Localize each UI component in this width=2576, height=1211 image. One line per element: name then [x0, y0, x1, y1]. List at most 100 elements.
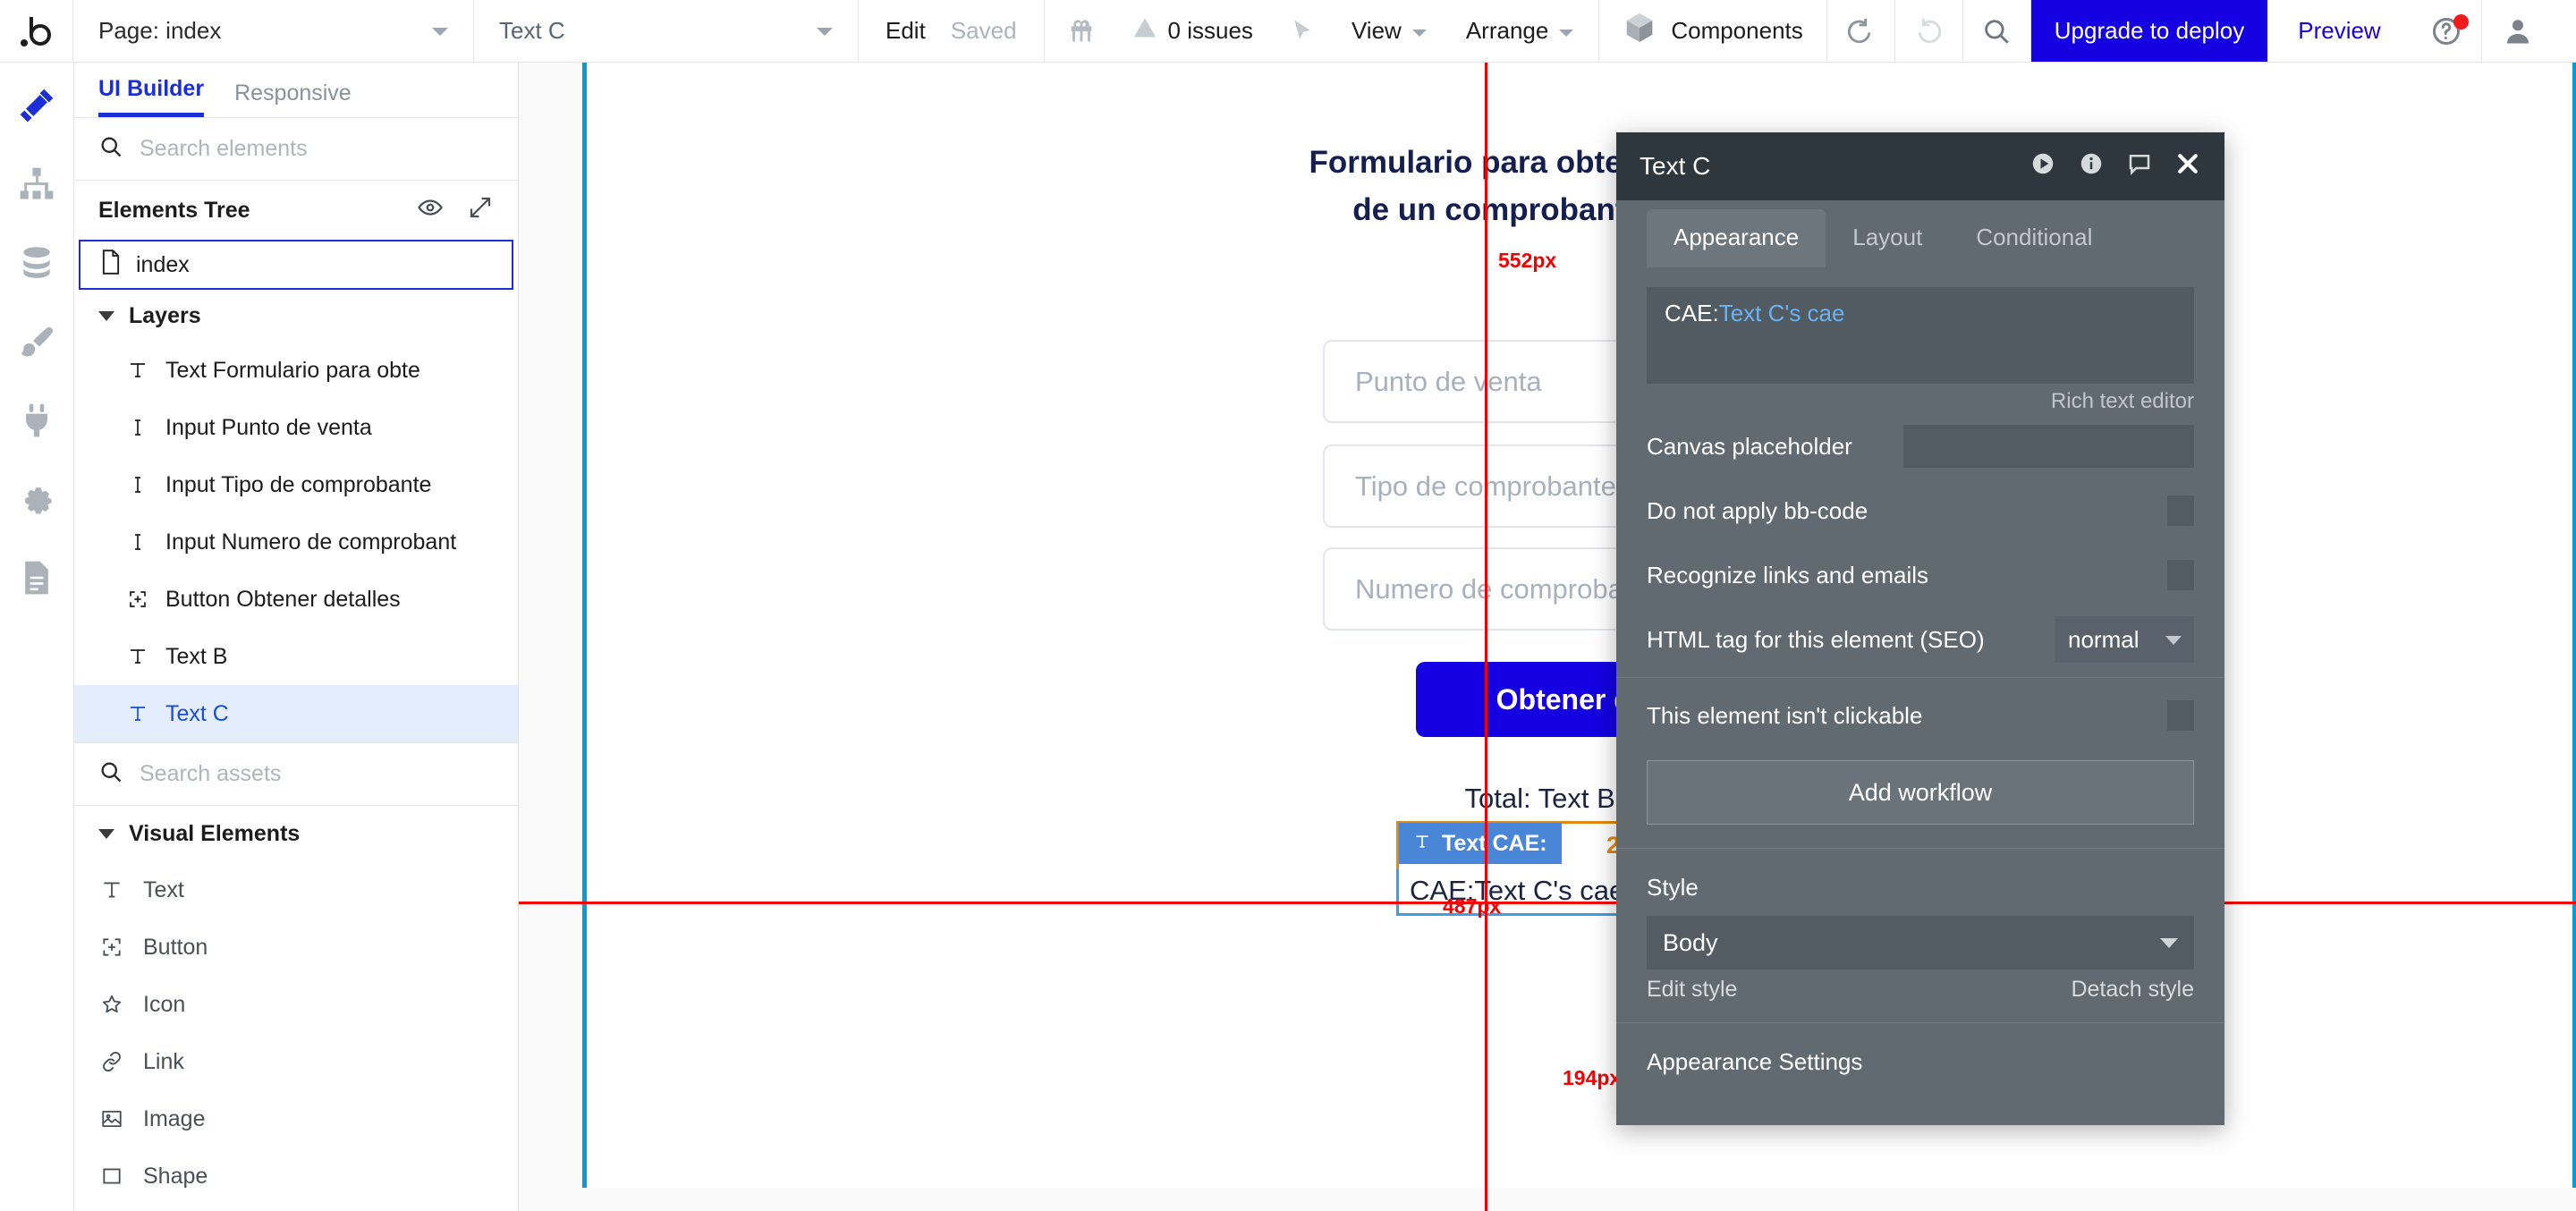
rich-text-dynamic-token[interactable]: Text C's cae: [1719, 300, 1845, 326]
logs-document-icon[interactable]: [12, 553, 62, 603]
settings-gear-icon[interactable]: [12, 474, 62, 524]
issues-label: 0 issues: [1167, 17, 1253, 44]
canvas-area[interactable]: Formulario para obtener los detalles de …: [519, 63, 2576, 1211]
layer-text-b[interactable]: Text B: [74, 628, 518, 685]
style-links: Edit style Detach style: [1647, 977, 2194, 1003]
asset-shape[interactable]: Shape: [74, 1147, 518, 1205]
layer-button-obtener-detalles[interactable]: Button Obtener detalles: [74, 571, 518, 628]
detach-style-link[interactable]: Detach style: [2071, 977, 2194, 1003]
redo-icon[interactable]: [1895, 0, 1963, 62]
design-tools-icon[interactable]: [12, 80, 62, 131]
input-icon: [126, 531, 149, 553]
panel-divider: [1616, 677, 2224, 678]
issues-indicator[interactable]: 0 issues: [1113, 0, 1273, 62]
tab-conditional[interactable]: Conditional: [1949, 209, 2119, 267]
recognize-links-checkbox[interactable]: [2167, 560, 2194, 590]
tab-responsive[interactable]: Responsive: [234, 80, 352, 117]
data-icon[interactable]: [12, 238, 62, 288]
chevron-down-icon: [432, 27, 448, 36]
search-elements-input[interactable]: [140, 136, 494, 162]
page-selector[interactable]: Page: index: [73, 0, 474, 62]
asset-link[interactable]: Link: [74, 1033, 518, 1090]
element-selector[interactable]: Text C: [474, 0, 859, 62]
layer-input-numero-de-comprobante[interactable]: Input Numero de comprobant: [74, 513, 518, 571]
property-panel-header: Text C: [1616, 132, 2224, 200]
tab-appearance[interactable]: Appearance: [1647, 209, 1826, 267]
layer-input-tipo-de-comprobante[interactable]: Input Tipo de comprobante: [74, 456, 518, 513]
asset-text[interactable]: Text: [74, 861, 518, 919]
rich-text-editor-caption[interactable]: Rich text editor: [1647, 389, 2194, 414]
page-frame: Formulario para obtener los detalles de …: [582, 63, 2576, 1188]
arrange-menu[interactable]: Arrange: [1446, 0, 1594, 62]
cursor-arrow-icon[interactable]: [1273, 0, 1332, 62]
html-tag-value: normal: [2068, 625, 2140, 653]
vertical-guide-194: [1485, 902, 1487, 1211]
asset-label: Button: [143, 934, 208, 960]
view-label: View: [1351, 17, 1402, 44]
recognize-links-label: Recognize links and emails: [1647, 561, 1929, 589]
canvas-placeholder-label: Canvas placeholder: [1647, 432, 1852, 460]
upgrade-to-deploy-button[interactable]: Upgrade to deploy: [2030, 0, 2268, 62]
tree-root-index[interactable]: index: [79, 240, 513, 290]
layer-input-punto-de-venta[interactable]: Input Punto de venta: [74, 399, 518, 456]
rich-text-content-field[interactable]: CAE:Text C's cae: [1647, 287, 2194, 384]
view-menu[interactable]: View: [1332, 0, 1446, 62]
preview-button[interactable]: Preview: [2267, 0, 2411, 62]
guide-label-194: 194px: [1563, 1066, 1622, 1089]
expand-arrows-icon[interactable]: [467, 194, 494, 227]
search-assets-input[interactable]: [140, 761, 494, 787]
search-icon[interactable]: [1963, 0, 2031, 62]
asset-icon[interactable]: Icon: [74, 976, 518, 1033]
gift-icon[interactable]: [1050, 0, 1113, 62]
button-icon: [126, 589, 149, 610]
edit-style-link[interactable]: Edit style: [1647, 977, 1737, 1003]
user-avatar-icon[interactable]: [2480, 0, 2555, 62]
do-not-apply-bbcode-row: Do not apply bb-code: [1647, 478, 2194, 543]
add-workflow-button[interactable]: Add workflow: [1647, 760, 2194, 825]
search-elements-row: [74, 118, 518, 181]
input-icon: [126, 417, 149, 438]
components-button[interactable]: Components: [1599, 0, 1827, 62]
not-clickable-checkbox[interactable]: [2167, 700, 2194, 731]
notification-dot: [2453, 14, 2469, 30]
form-title: Formulario para obtener los detalles de …: [587, 140, 2572, 233]
info-circle-icon[interactable]: [2078, 150, 2105, 183]
panel-divider: [1616, 1022, 2224, 1023]
layer-text-formulario[interactable]: Text Formulario para obte: [74, 342, 518, 399]
style-select[interactable]: Body: [1647, 916, 2194, 970]
input-icon: [126, 474, 149, 495]
eye-icon[interactable]: [417, 194, 444, 227]
workflow-icon[interactable]: [12, 159, 62, 209]
bubble-logo-icon[interactable]: [0, 0, 73, 62]
asset-image[interactable]: Image: [74, 1090, 518, 1147]
asset-button[interactable]: Button: [74, 919, 518, 976]
warning-triangle-icon: [1132, 15, 1157, 47]
do-not-apply-bbcode-checkbox[interactable]: [2167, 495, 2194, 526]
text-icon: [98, 878, 125, 902]
help-circle-icon[interactable]: [2411, 0, 2481, 62]
total-text-b[interactable]: Total: Text B's total: [587, 783, 2572, 815]
layers-group-header[interactable]: Layers: [74, 290, 518, 342]
undo-icon[interactable]: [1827, 0, 1895, 62]
left-panel-tabs: UI Builder Responsive: [74, 63, 518, 118]
visual-elements-header[interactable]: Visual Elements: [74, 806, 518, 861]
edit-label[interactable]: Edit: [886, 17, 926, 45]
link-icon: [98, 1050, 125, 1073]
canvas-placeholder-input[interactable]: [1903, 425, 2194, 468]
chevron-down-icon: [2160, 938, 2178, 948]
search-assets-row: [74, 743, 518, 806]
not-clickable-row: This element isn't clickable: [1647, 683, 2194, 748]
tab-ui-builder[interactable]: UI Builder: [98, 76, 205, 117]
selected-element-badge[interactable]: Text CAE:: [1399, 823, 1562, 864]
html-tag-select[interactable]: normal: [2055, 616, 2194, 663]
layer-label: Text B: [165, 643, 228, 669]
tab-layout[interactable]: Layout: [1826, 209, 1949, 267]
play-circle-icon[interactable]: [2029, 150, 2056, 183]
styles-brush-icon[interactable]: [12, 317, 62, 367]
close-x-icon[interactable]: [2174, 150, 2201, 183]
plugins-plug-icon[interactable]: [12, 395, 62, 445]
comment-bubble-icon[interactable]: [2126, 150, 2153, 183]
layer-text-c[interactable]: Text C: [74, 685, 518, 742]
chevron-down-icon: [98, 310, 114, 321]
chevron-down-icon: [1559, 29, 1574, 37]
